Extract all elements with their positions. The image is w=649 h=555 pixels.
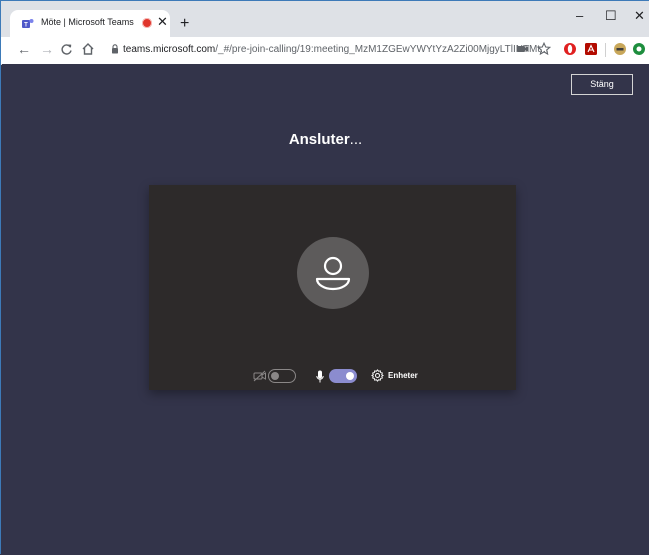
- status-dots: ...: [349, 131, 363, 148]
- url-host: teams.microsoft.com: [123, 44, 216, 55]
- maximize-button[interactable]: ☐: [605, 8, 617, 24]
- video-preview: Enheter: [149, 185, 516, 390]
- reload-icon[interactable]: [60, 43, 73, 56]
- gear-icon: [371, 369, 384, 382]
- browser-toolbar: ← → teams.microsoft.com/_#/pre-join-call…: [1, 37, 649, 65]
- tab-title: Möte | Microsoft Teams: [41, 17, 134, 27]
- close-tab-button[interactable]: ✕: [157, 14, 168, 30]
- extension-icon[interactable]: [613, 42, 627, 56]
- opera-icon[interactable]: [563, 42, 577, 56]
- minimize-button[interactable]: –: [576, 8, 583, 23]
- status-text: Ansluter: [288, 131, 350, 148]
- avatar: [297, 237, 369, 309]
- home-icon[interactable]: [81, 42, 95, 56]
- toolbar-divider: [605, 43, 606, 57]
- close-button[interactable]: Stäng: [571, 74, 633, 95]
- browser-window: T Möte | Microsoft Teams ✕ + – ☐ ✕ ← → t…: [0, 0, 649, 555]
- camera-toggle[interactable]: [268, 369, 296, 383]
- svg-text:T: T: [24, 23, 28, 29]
- star-icon[interactable]: [537, 42, 551, 56]
- lock-icon[interactable]: [111, 44, 119, 54]
- close-window-button[interactable]: ✕: [634, 8, 645, 24]
- person-icon: [315, 256, 351, 291]
- acrobat-icon[interactable]: [584, 42, 598, 56]
- connecting-heading: Ansluter...: [1, 131, 649, 148]
- url-path: /_#/pre-join-calling/19:meeting_MzM1ZGEw…: [215, 44, 549, 55]
- address-bar[interactable]: teams.microsoft.com/_#/pre-join-calling/…: [123, 44, 549, 55]
- microphone-toggle[interactable]: [329, 369, 357, 383]
- camera-off-icon: [253, 370, 266, 382]
- recording-icon: [142, 18, 152, 28]
- forward-button[interactable]: →: [40, 41, 54, 57]
- teams-icon: T: [22, 19, 34, 29]
- devices-label: Enheter: [388, 371, 418, 380]
- tab-strip: T Möte | Microsoft Teams ✕ + – ☐ ✕: [1, 1, 649, 37]
- tab-teams-meeting[interactable]: T Möte | Microsoft Teams ✕: [10, 10, 170, 37]
- back-button[interactable]: ←: [17, 41, 31, 57]
- microphone-icon: [316, 370, 324, 383]
- green-extension-icon[interactable]: [632, 42, 646, 56]
- camera-icon[interactable]: [517, 44, 529, 54]
- new-tab-button[interactable]: +: [180, 16, 189, 32]
